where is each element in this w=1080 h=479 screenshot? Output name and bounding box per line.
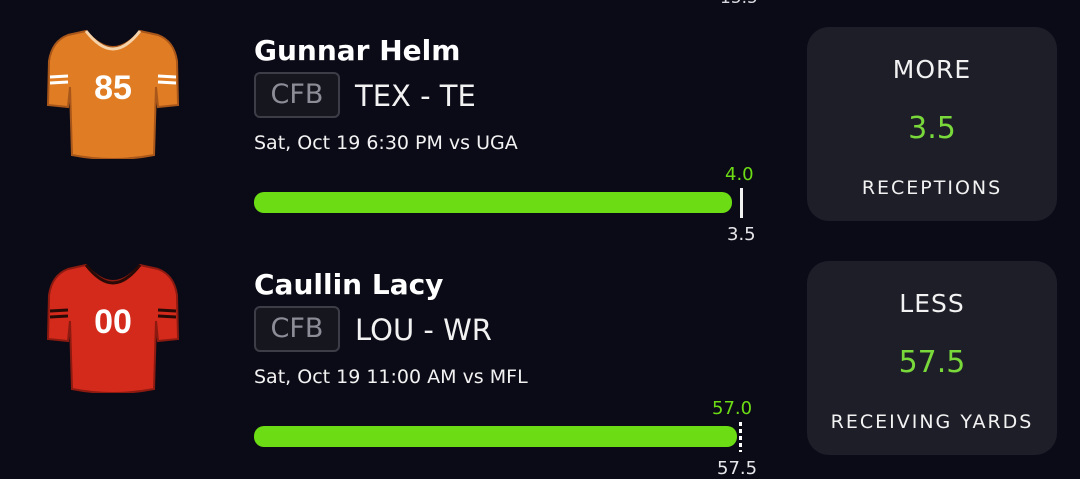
progress-fill xyxy=(254,426,738,447)
pick-row: 85 Gunnar Helm CFB TEX - TE Sat, Oct 19 … xyxy=(0,0,1080,245)
stat-label: RECEPTIONS xyxy=(861,177,1003,199)
line-value-label: 57.5 xyxy=(717,458,758,479)
jersey-number: 85 xyxy=(94,69,132,107)
pick-card[interactable]: MORE 3.5 RECEPTIONS xyxy=(807,27,1057,221)
team-position: TEX - TE xyxy=(355,79,476,113)
jersey-icon: 85 xyxy=(46,29,180,159)
game-info: Sat, Oct 19 11:00 AM vs MFL xyxy=(254,366,528,388)
jersey-number: 00 xyxy=(94,303,132,341)
jersey-icon: 00 xyxy=(46,263,180,393)
progress-bar xyxy=(254,422,742,452)
player-name: Caullin Lacy xyxy=(254,268,444,301)
card-line-value: 3.5 xyxy=(908,111,956,146)
direction-label: MORE xyxy=(892,55,972,84)
actual-value: 57.0 xyxy=(712,398,753,419)
pick-card[interactable]: LESS 57.5 RECEIVING YARDS xyxy=(807,261,1057,455)
league-badge: CFB xyxy=(254,306,340,352)
stat-label: RECEIVING YARDS xyxy=(830,411,1034,433)
card-line-value: 57.5 xyxy=(898,345,966,380)
line-marker xyxy=(739,422,742,452)
actual-value: 4.0 xyxy=(725,164,754,185)
progress-bar xyxy=(254,188,743,218)
direction-label: LESS xyxy=(899,289,965,318)
player-name: Gunnar Helm xyxy=(254,34,461,67)
team-position: LOU - WR xyxy=(355,313,492,347)
league-badge: CFB xyxy=(254,72,340,118)
line-marker xyxy=(740,188,743,218)
progress-fill xyxy=(254,192,733,213)
game-info: Sat, Oct 19 6:30 PM vs UGA xyxy=(254,132,518,154)
pick-row: 00 Caullin Lacy CFB LOU - WR Sat, Oct 19… xyxy=(0,234,1080,479)
